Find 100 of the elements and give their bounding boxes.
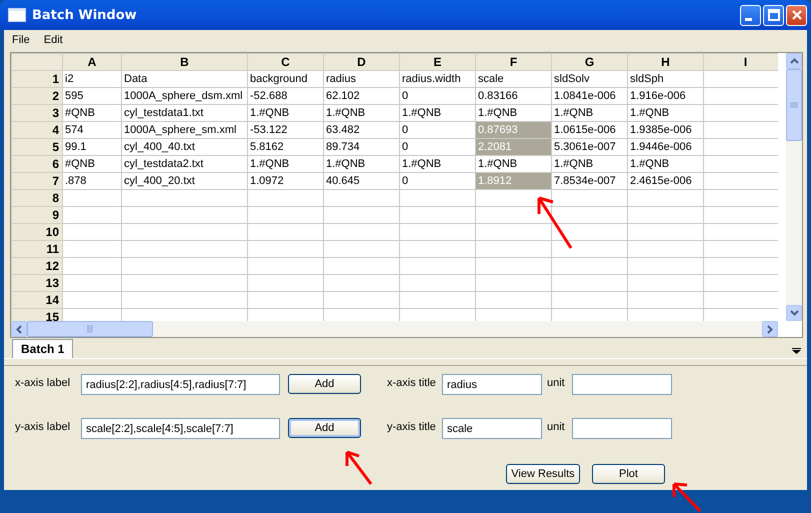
row-header[interactable]: 5 [12,138,62,156]
table-cell[interactable]: 1.0615e-006 [552,122,628,138]
column-header[interactable]: D [324,54,400,70]
column-header[interactable]: H [628,54,704,70]
chevron-left-icon[interactable] [16,324,22,334]
column-header[interactable]: E [400,54,476,70]
table-cell[interactable]: cyl_400_20.txt [122,172,248,190]
menu-item[interactable]: File [12,34,30,46]
chevron-right-icon[interactable] [767,324,773,334]
row-header[interactable]: 10 [12,224,62,240]
table-cell[interactable]: .878 [62,172,122,190]
table-cell[interactable]: 1.#QNB [324,104,400,122]
chevron-up-icon[interactable] [790,58,798,64]
input-field[interactable]: scale[2:2],scale[4:5],scale[7:7] [81,418,280,439]
row-header[interactable]: 3 [12,104,62,122]
table-cell[interactable]: 1.0972 [248,172,324,190]
table-cell[interactable]: #QNB [62,156,122,172]
row-header[interactable]: 14 [12,292,62,308]
table-cell[interactable]: background [248,70,324,88]
table-cell[interactable]: cyl_testdata2.txt [122,156,248,172]
row-header[interactable]: 7 [12,172,62,190]
column-header[interactable]: I [704,54,778,70]
table-cell[interactable]: 1.0841e-006 [552,88,628,104]
table-cell[interactable]: radius [324,70,400,88]
add-button[interactable]: Add [288,418,361,438]
table-cell[interactable]: scale [476,70,552,88]
dropdown-arrow-icon[interactable] [792,348,801,354]
table-cell[interactable]: 574 [62,122,122,138]
row-header[interactable]: 8 [12,190,62,206]
table-cell[interactable]: radius.width [400,70,476,88]
table-cell[interactable]: 5.3061e-007 [552,138,628,156]
table-cell[interactable]: sldSolv [552,70,628,88]
row-header[interactable]: 11 [12,240,62,258]
row-header[interactable]: 13 [12,274,62,292]
minimize-button[interactable] [740,4,761,26]
row-header[interactable]: 15 [12,308,62,321]
table-cell[interactable]: i2 [62,70,122,88]
table-cell[interactable]: cyl_testdata1.txt [122,104,248,122]
table-cell[interactable]: 7.8534e-007 [552,172,628,190]
table-cell[interactable]: 0 [400,88,476,104]
maximize-button[interactable] [763,4,784,26]
table-cell[interactable]: #QNB [62,104,122,122]
table-cell[interactable]: -52.688 [248,88,324,104]
grip-icon[interactable] [790,102,798,108]
table-cell[interactable]: 1.#QNB [400,104,476,122]
table-cell[interactable]: Data [122,70,248,88]
close-button[interactable] [786,4,807,26]
grip-icon[interactable] [87,325,93,333]
vertical-scrollbar[interactable] [786,53,802,321]
table-cell[interactable]: 63.482 [324,122,400,138]
table-cell[interactable]: 1000A_sphere_dsm.xml [122,88,248,104]
table-cell[interactable]: -53.122 [248,122,324,138]
table-cell[interactable]: 1.9385e-006 [628,122,704,138]
column-header[interactable]: A [62,54,122,70]
column-header[interactable]: G [552,54,628,70]
table-cell[interactable]: 40.645 [324,172,400,190]
add-button[interactable]: Add [288,374,361,394]
table-cell[interactable]: 1.#QNB [628,104,704,122]
menu-item[interactable]: Edit [44,34,63,46]
table-cell[interactable]: 1.#QNB [248,104,324,122]
row-header[interactable]: 1 [12,70,62,88]
table-cell[interactable]: 0 [400,172,476,190]
table-cell[interactable]: 1.#QNB [628,156,704,172]
table-cell[interactable]: 1.#QNB [324,156,400,172]
input-field[interactable] [572,374,672,395]
table-cell[interactable]: 1.#QNB [552,104,628,122]
table-cell[interactable]: 5.8162 [248,138,324,156]
table-cell[interactable]: 595 [62,88,122,104]
horizontal-scrollbar[interactable] [11,321,778,337]
input-field[interactable]: scale [442,418,542,439]
row-header[interactable]: 2 [12,88,62,104]
input-field[interactable]: radius[2:2],radius[4:5],radius[7:7] [81,374,280,395]
table-cell[interactable]: 89.734 [324,138,400,156]
table-cell[interactable]: sldSph [628,70,704,88]
table-cell[interactable]: 2.4615e-006 [628,172,704,190]
column-header[interactable]: C [248,54,324,70]
sheet-tab[interactable]: Batch 1 [12,339,74,358]
table-cell[interactable]: 1000A_sphere_sm.xml [122,122,248,138]
table-cell[interactable]: 62.102 [324,88,400,104]
row-header[interactable]: 6 [12,156,62,172]
table-cell[interactable]: 1.#QNB [248,156,324,172]
table-cell[interactable]: 1.9446e-006 [628,138,704,156]
chevron-down-icon[interactable] [790,310,798,316]
table-cell[interactable]: cyl_400_40.txt [122,138,248,156]
input-field[interactable]: radius [442,374,542,395]
input-field[interactable] [572,418,672,439]
table-cell[interactable]: 1.#QNB [400,156,476,172]
table-cell[interactable]: 99.1 [62,138,122,156]
action-button[interactable]: Plot [592,464,665,484]
column-header[interactable]: F [476,54,552,70]
table-cell[interactable]: 0 [400,138,476,156]
action-button[interactable]: View Results [506,464,580,484]
row-header[interactable]: 12 [12,258,62,274]
row-header[interactable]: 9 [12,206,62,224]
table-cell[interactable]: 1.916e-006 [628,88,704,104]
table-cell[interactable]: 1.#QNB [552,156,628,172]
row-header[interactable]: 4 [12,122,62,138]
table-cell[interactable]: 0.83166 [476,88,552,104]
column-header[interactable]: B [122,54,248,70]
table-cell[interactable]: 0 [400,122,476,138]
